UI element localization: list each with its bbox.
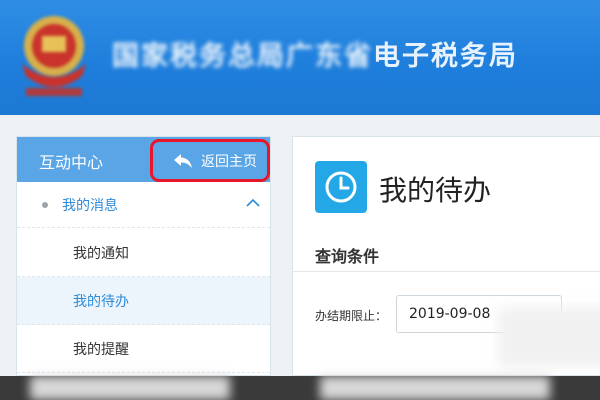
nav-group-my-messages[interactable]: 我的消息 bbox=[17, 182, 270, 228]
bottom-strip bbox=[0, 376, 600, 400]
blur-patch bbox=[498, 307, 600, 367]
national-emblem-icon bbox=[22, 16, 86, 96]
screen: 国家税务总局广东省电子税务局 互动中心 返回主页 我的消息 我的通知 我的待办 bbox=[0, 0, 600, 400]
nav-item-my-reminders[interactable]: 我的提醒 bbox=[17, 325, 270, 373]
section-divider bbox=[293, 271, 600, 272]
nav-item-label: 我的待办 bbox=[73, 293, 129, 310]
chevron-up-icon[interactable] bbox=[246, 198, 260, 208]
blur-patch bbox=[320, 376, 550, 400]
sidebar-header: 互动中心 返回主页 bbox=[17, 137, 270, 182]
site-title-clear: 电子税务局 bbox=[373, 41, 518, 72]
nav-group-label: 我的消息 bbox=[62, 197, 118, 214]
main-panel: 我的待办 查询条件 办结期限止： bbox=[292, 136, 600, 376]
page-title: 我的待办 bbox=[379, 174, 492, 207]
sidebar: 互动中心 返回主页 我的消息 我的通知 我的待办 我的提醒 bbox=[16, 136, 271, 376]
nav-item-label: 我的提醒 bbox=[73, 341, 129, 358]
deadline-field-label: 办结期限止： bbox=[315, 309, 388, 323]
sidebar-title: 互动中心 bbox=[39, 153, 104, 172]
back-home-label: 返回主页 bbox=[201, 153, 257, 170]
back-arrow-icon bbox=[174, 153, 192, 168]
clock-icon bbox=[315, 161, 367, 213]
nav-item-label: 我的通知 bbox=[73, 245, 129, 262]
section-title-query-conditions: 查询条件 bbox=[315, 247, 380, 266]
blur-patch bbox=[30, 376, 230, 400]
bullet-dot-icon bbox=[42, 201, 48, 208]
back-home-button[interactable]: 返回主页 bbox=[150, 139, 270, 182]
nav-item-my-todos[interactable]: 我的待办 bbox=[17, 277, 270, 325]
site-header: 国家税务总局广东省电子税务局 bbox=[0, 0, 600, 115]
site-title: 国家税务总局广东省电子税务局 bbox=[112, 34, 518, 73]
site-title-blurred: 国家税务总局广东省 bbox=[112, 41, 373, 72]
nav-item-my-notices[interactable]: 我的通知 bbox=[17, 229, 270, 277]
